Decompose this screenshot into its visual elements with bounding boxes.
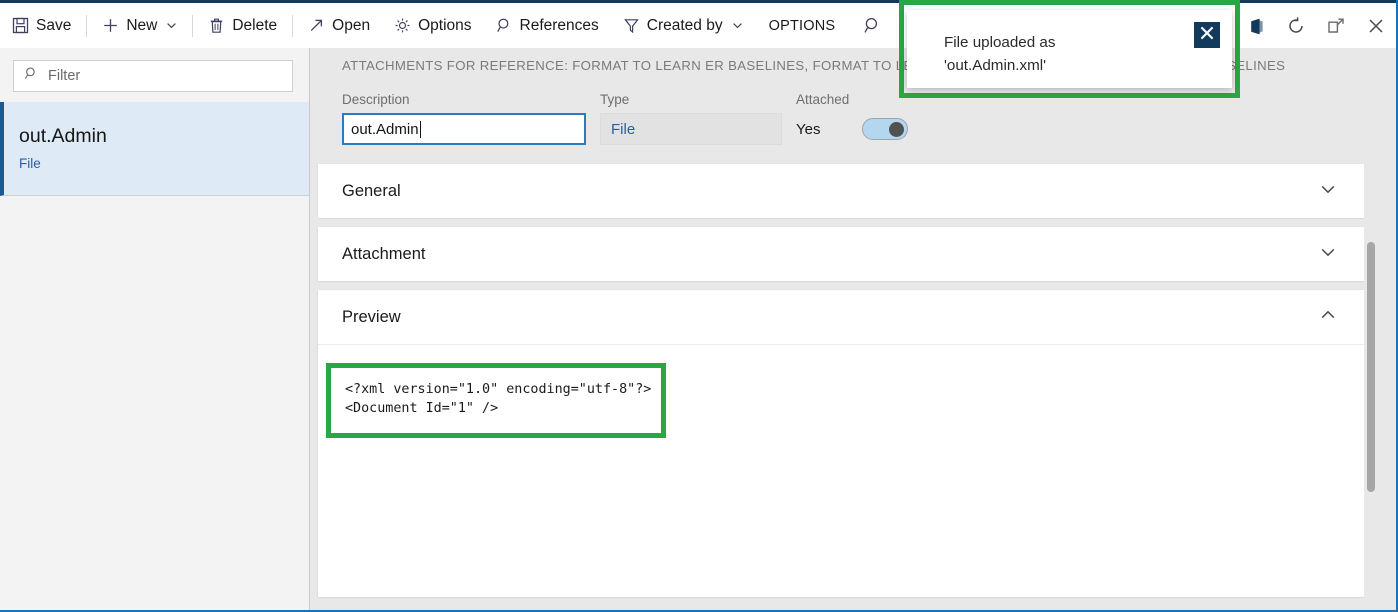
- list-item-title: out.Admin: [19, 124, 309, 148]
- options-menu-label: OPTIONS: [769, 18, 836, 34]
- section-attachment: Attachment: [318, 227, 1364, 281]
- xml-preview-annotation: <?xml version="1.0" encoding="utf-8"?> <…: [326, 363, 666, 438]
- options-button[interactable]: Options: [382, 9, 483, 43]
- divider: [86, 15, 87, 37]
- section-preview: Preview <?xml version="1.0" encoding="ut…: [318, 290, 1364, 597]
- section-general: General: [318, 164, 1364, 218]
- popout-icon: [1326, 16, 1346, 41]
- main-content: Description out.Admin Type File Attached…: [310, 82, 1396, 610]
- section-list: General Attachment: [318, 164, 1364, 606]
- gear-icon: [394, 17, 411, 34]
- office-app-button[interactable]: [1236, 8, 1276, 50]
- filter-funnel-icon: [623, 17, 640, 34]
- refresh-icon: [1286, 16, 1306, 41]
- filter-box[interactable]: [13, 60, 293, 92]
- field-row: Description out.Admin Type File Attached…: [342, 92, 996, 145]
- delete-label: Delete: [232, 17, 277, 35]
- type-field-group: Type File: [600, 92, 782, 145]
- close-icon: [1366, 16, 1386, 41]
- section-preview-header[interactable]: Preview: [318, 290, 1364, 344]
- search-icon: [863, 16, 882, 35]
- chevron-down-icon: [166, 20, 177, 31]
- chevron-down-icon[interactable]: [1319, 180, 1337, 203]
- description-input[interactable]: out.Admin: [342, 113, 586, 145]
- options-gear-label: Options: [418, 17, 471, 35]
- description-label: Description: [342, 92, 586, 107]
- save-button[interactable]: Save: [0, 9, 83, 43]
- attached-field-group: Attached Yes: [796, 92, 996, 145]
- description-field-group: Description out.Admin: [342, 92, 586, 145]
- filter-input[interactable]: [48, 68, 282, 84]
- type-input[interactable]: File: [600, 113, 782, 145]
- office-icon: [1247, 17, 1266, 41]
- chevron-down-icon[interactable]: [1319, 243, 1337, 266]
- trash-icon: [208, 17, 225, 34]
- filter-container: [0, 48, 309, 102]
- options-menu-button[interactable]: OPTIONS: [755, 9, 850, 43]
- attached-toggle[interactable]: [862, 118, 908, 140]
- upload-notification-message: File uploaded as 'out.Admin.xml': [907, 10, 1232, 77]
- section-preview-body: <?xml version="1.0" encoding="utf-8"?> <…: [318, 344, 1364, 597]
- save-icon: [12, 17, 29, 34]
- type-label: Type: [600, 92, 782, 107]
- section-attachment-header[interactable]: Attachment: [318, 227, 1364, 281]
- open-button[interactable]: Open: [296, 9, 382, 43]
- created-by-button[interactable]: Created by: [611, 9, 755, 43]
- divider: [192, 15, 193, 37]
- popout-button[interactable]: [1316, 8, 1356, 50]
- section-general-title: General: [342, 182, 401, 201]
- sidebar: out.Admin File: [0, 48, 310, 610]
- references-label: References: [520, 17, 599, 35]
- created-by-label: Created by: [647, 17, 723, 35]
- search-button[interactable]: [849, 9, 896, 43]
- save-label: Save: [36, 17, 71, 35]
- close-icon: [1198, 24, 1216, 47]
- attached-value: Yes: [796, 121, 820, 138]
- section-preview-title: Preview: [342, 308, 401, 327]
- open-label: Open: [332, 17, 370, 35]
- references-button[interactable]: References: [484, 9, 611, 43]
- chevron-down-icon: [732, 20, 743, 31]
- xml-preview-content: <?xml version="1.0" encoding="utf-8"?> <…: [331, 368, 661, 433]
- search-icon: [24, 66, 39, 86]
- open-arrow-icon: [308, 17, 325, 34]
- list-item-subtitle: File: [19, 156, 309, 171]
- section-attachment-title: Attachment: [342, 245, 425, 264]
- close-notification-button[interactable]: [1194, 22, 1220, 48]
- upload-notification: File uploaded as 'out.Admin.xml': [907, 10, 1232, 88]
- search-icon: [496, 17, 513, 34]
- section-general-header[interactable]: General: [318, 164, 1364, 218]
- divider: [292, 15, 293, 37]
- new-button[interactable]: New: [90, 9, 189, 43]
- toggle-knob: [889, 122, 904, 137]
- text-caret: [420, 121, 421, 138]
- application-window: Save New: [0, 0, 1398, 612]
- attached-row: Yes: [796, 113, 996, 145]
- window-actions: [1236, 6, 1396, 51]
- close-window-button[interactable]: [1356, 8, 1396, 50]
- chevron-up-icon[interactable]: [1319, 306, 1337, 329]
- delete-button[interactable]: Delete: [196, 9, 289, 43]
- plus-icon: [102, 17, 119, 34]
- list-item[interactable]: out.Admin File: [0, 102, 309, 196]
- type-value: File: [611, 121, 635, 138]
- description-value: out.Admin: [351, 121, 419, 138]
- vertical-scrollbar[interactable]: [1364, 164, 1378, 610]
- refresh-button[interactable]: [1276, 8, 1316, 50]
- scrollbar-thumb[interactable]: [1367, 242, 1375, 492]
- new-label: New: [126, 17, 157, 35]
